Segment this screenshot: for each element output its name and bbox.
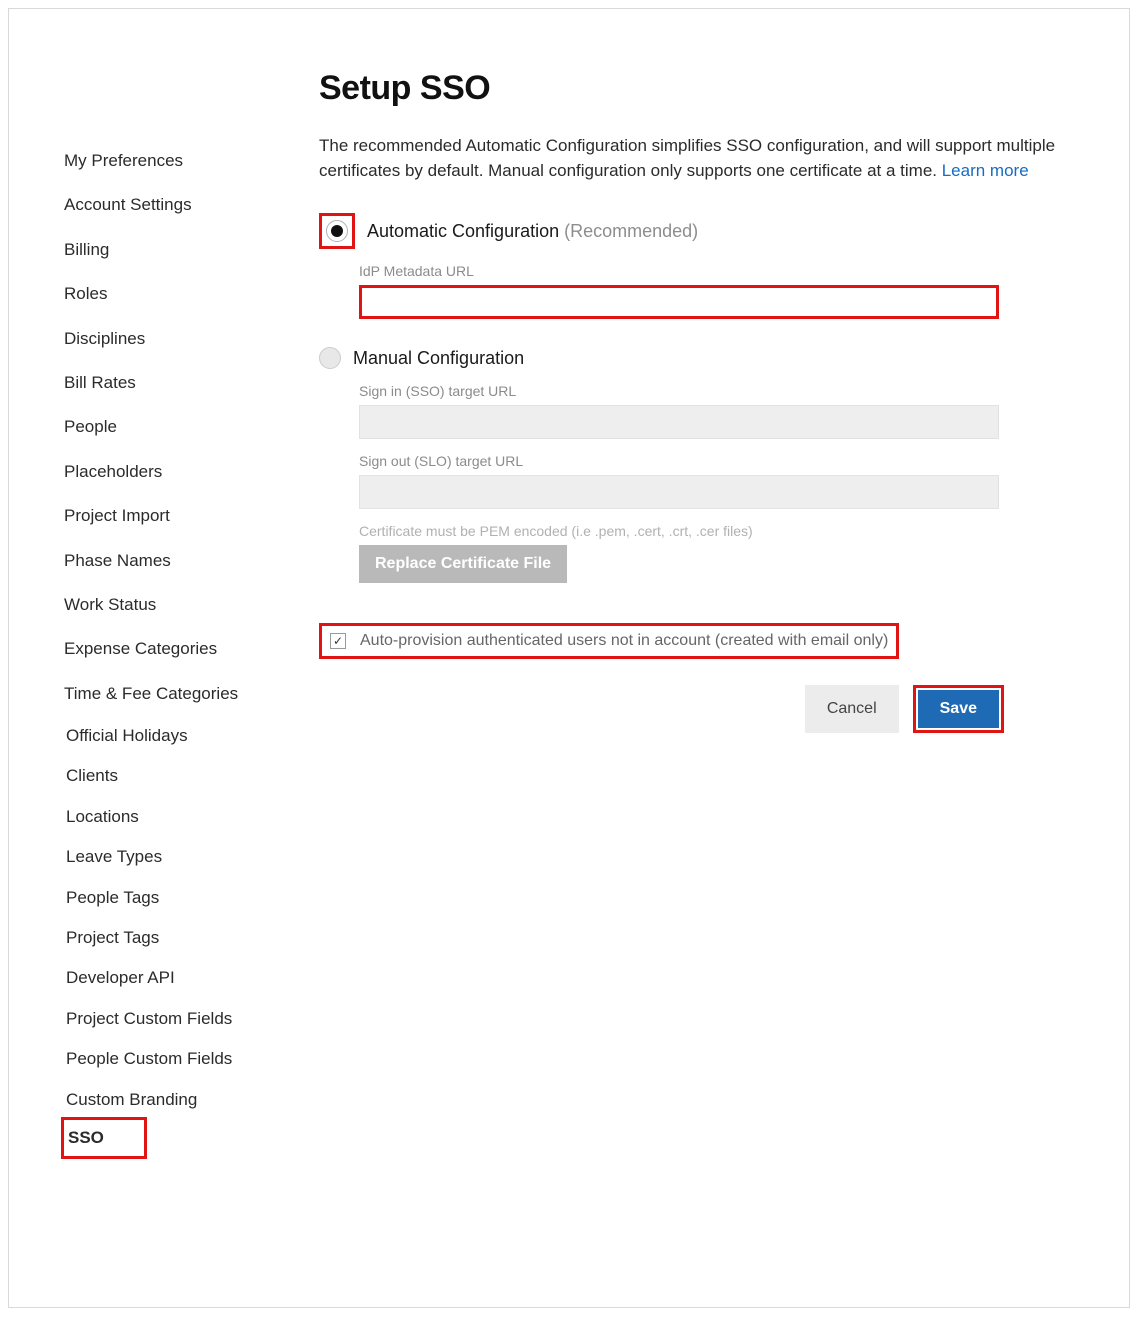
signout-url-label: Sign out (SLO) target URL [359, 453, 1079, 469]
sidebar-item-people-tags[interactable]: People Tags [64, 878, 269, 918]
cert-note: Certificate must be PEM encoded (i.e .pe… [359, 523, 1079, 539]
main-content: Setup SSO The recommended Automatic Conf… [269, 9, 1129, 1156]
learn-more-link[interactable]: Learn more [942, 161, 1029, 180]
sidebar-item-project-custom-fields[interactable]: Project Custom Fields [64, 999, 269, 1039]
auto-config-radio[interactable] [326, 220, 348, 242]
page-title: Setup SSO [319, 69, 1079, 108]
auto-provision-row: ✓ Auto-provision authenticated users not… [319, 623, 899, 659]
sidebar-item-placeholders[interactable]: Placeholders [64, 450, 269, 494]
idp-metadata-input[interactable] [359, 285, 999, 319]
form-actions: Cancel Save [319, 685, 1004, 733]
manual-config-radio[interactable] [319, 347, 341, 369]
auto-config-label-text: Automatic Configuration [367, 221, 559, 241]
sidebar-item-clients[interactable]: Clients [64, 756, 269, 796]
sidebar-item-official-holidays[interactable]: Official Holidays [64, 716, 269, 756]
sidebar-item-project-tags[interactable]: Project Tags [64, 918, 269, 958]
sidebar-item-custom-branding[interactable]: Custom Branding [64, 1080, 269, 1120]
auto-config-block: Automatic Configuration (Recommended) Id… [319, 213, 1079, 319]
auto-config-hint: (Recommended) [564, 221, 698, 241]
sidebar-item-expense-categories[interactable]: Expense Categories [64, 627, 269, 671]
sidebar-item-phase-names[interactable]: Phase Names [64, 539, 269, 583]
settings-sidebar: My Preferences Account Settings Billing … [9, 9, 269, 1156]
sidebar-item-people-custom-fields[interactable]: People Custom Fields [64, 1039, 269, 1079]
idp-metadata-label: IdP Metadata URL [359, 263, 1079, 279]
sidebar-item-account-settings[interactable]: Account Settings [64, 183, 269, 227]
sidebar-item-disciplines[interactable]: Disciplines [64, 317, 269, 361]
sidebar-item-leave-types[interactable]: Leave Types [64, 837, 269, 877]
sidebar-item-locations[interactable]: Locations [64, 797, 269, 837]
manual-config-block: Manual Configuration Sign in (SSO) targe… [319, 347, 1079, 583]
sidebar-item-billing[interactable]: Billing [64, 228, 269, 272]
sidebar-item-bill-rates[interactable]: Bill Rates [64, 361, 269, 405]
sidebar-item-work-status[interactable]: Work Status [64, 583, 269, 627]
sidebar-item-roles[interactable]: Roles [64, 272, 269, 316]
cancel-button[interactable]: Cancel [805, 685, 899, 733]
sidebar-item-project-import[interactable]: Project Import [64, 494, 269, 538]
signout-url-input [359, 475, 999, 509]
sidebar-item-people[interactable]: People [64, 405, 269, 449]
auto-radio-highlight [319, 213, 355, 249]
intro-text: The recommended Automatic Configuration … [319, 134, 1079, 183]
sidebar-item-time-fee-categories[interactable]: Time & Fee Categories [64, 672, 269, 716]
app-frame: My Preferences Account Settings Billing … [8, 8, 1130, 1308]
manual-config-label: Manual Configuration [353, 348, 524, 369]
sidebar-item-my-preferences[interactable]: My Preferences [64, 139, 269, 183]
auto-provision-checkbox[interactable]: ✓ [330, 633, 346, 649]
signin-url-label: Sign in (SSO) target URL [359, 383, 1079, 399]
auto-config-label: Automatic Configuration (Recommended) [367, 221, 698, 242]
sidebar-item-sso[interactable]: SSO [64, 1120, 144, 1156]
auto-provision-label: Auto-provision authenticated users not i… [360, 632, 888, 650]
replace-certificate-button: Replace Certificate File [359, 545, 567, 583]
signin-url-input [359, 405, 999, 439]
save-highlight: Save [913, 685, 1004, 733]
save-button[interactable]: Save [918, 690, 999, 728]
sidebar-item-developer-api[interactable]: Developer API [64, 958, 269, 998]
